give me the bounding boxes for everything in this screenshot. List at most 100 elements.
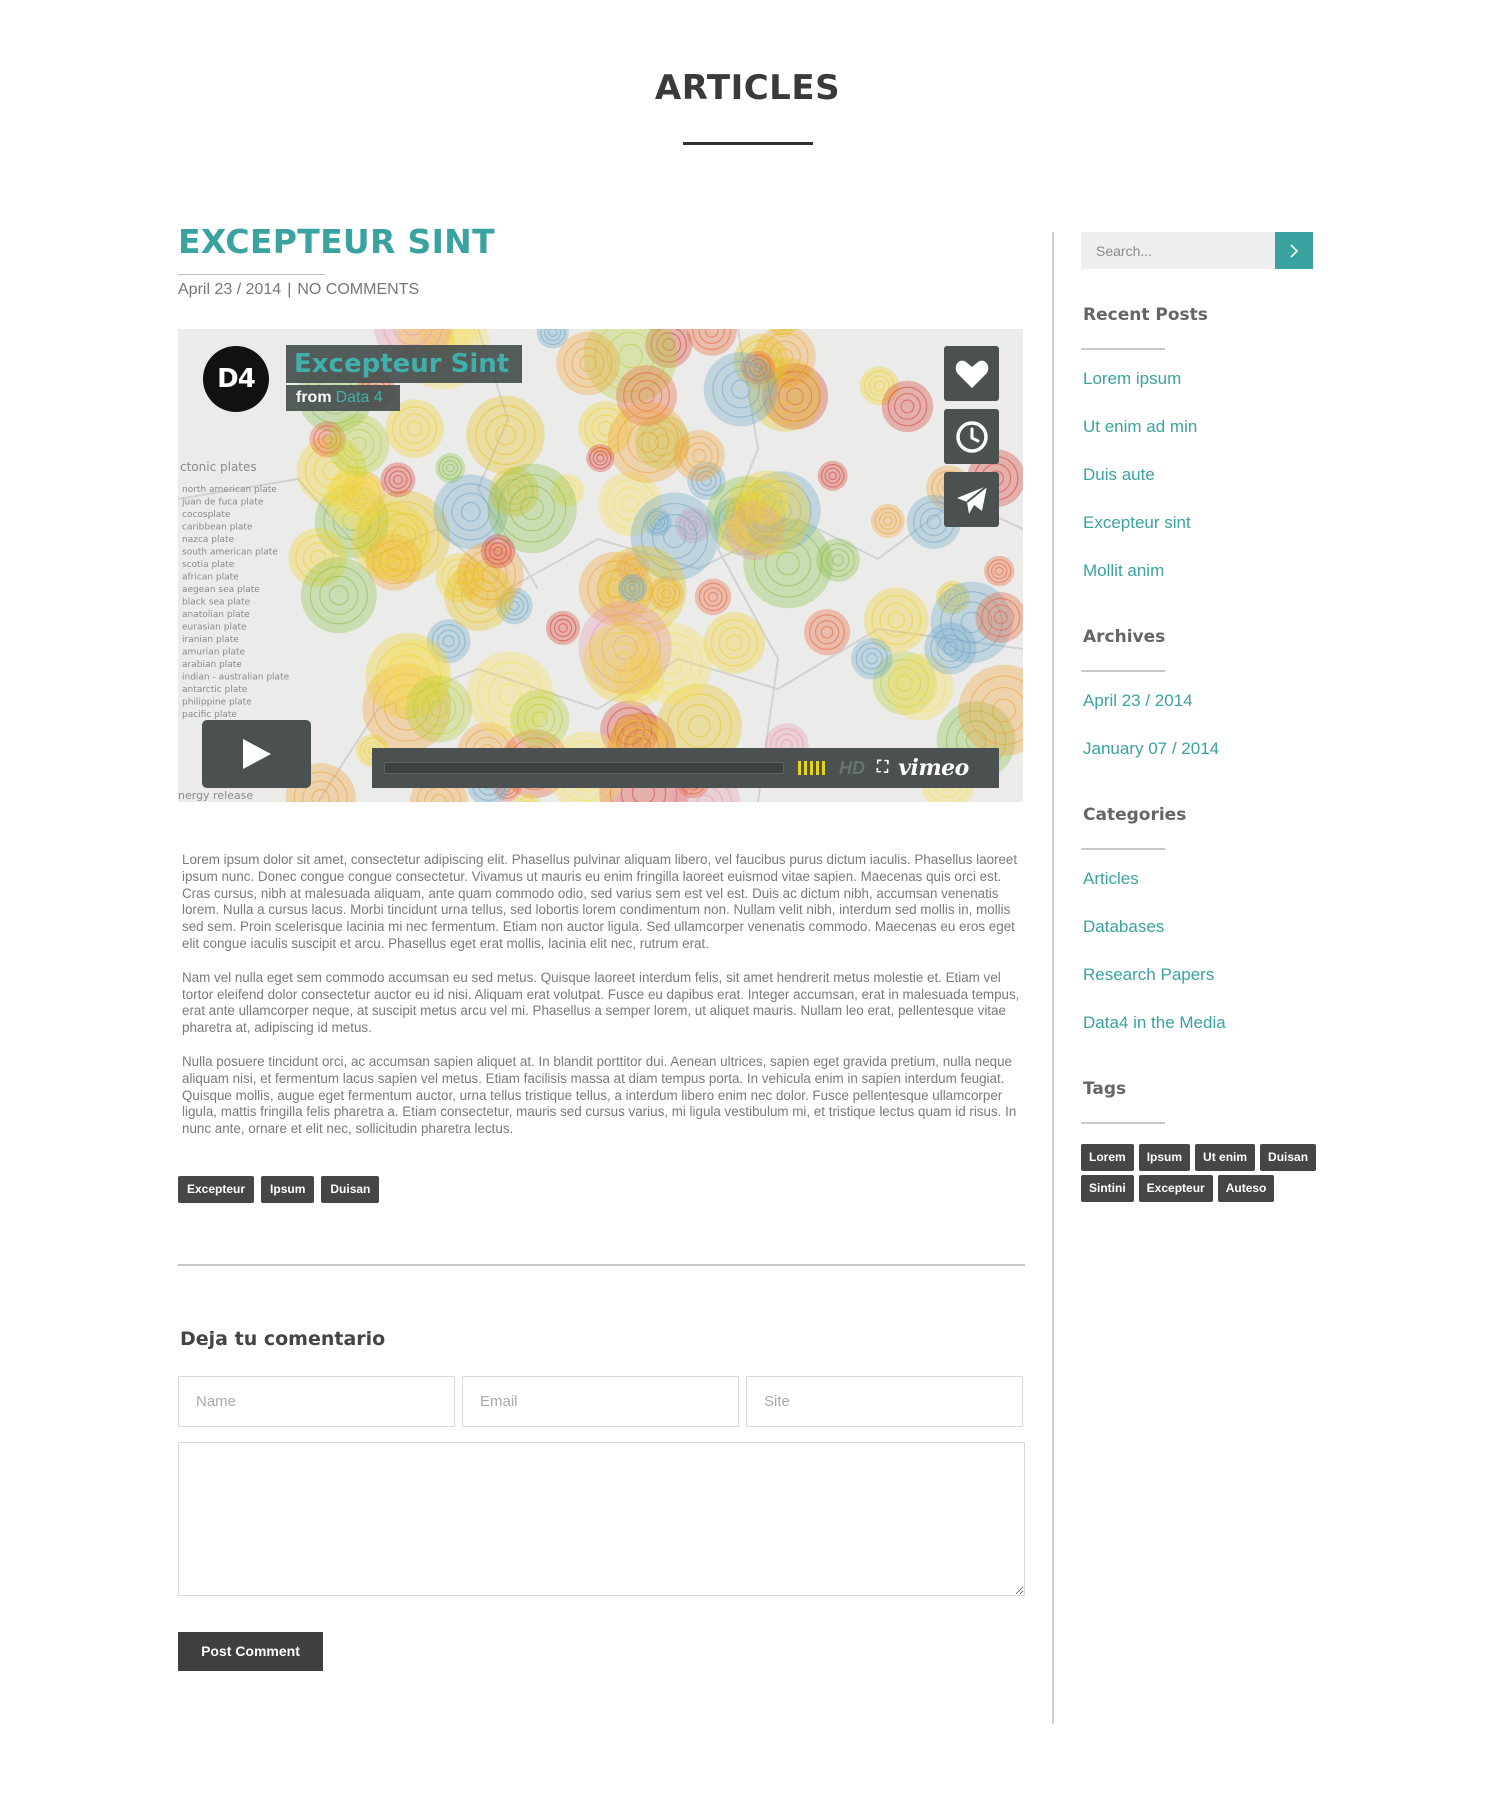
map-legend-item: iranian plate [182,635,239,645]
category-link[interactable]: Articles [1083,867,1313,915]
video-title[interactable]: Excepteur Sint [286,345,522,383]
recent-post-link[interactable]: Mollit anim [1083,559,1313,607]
tag-cloud-item[interactable]: Lorem [1081,1144,1134,1171]
recent-post-link[interactable]: Ut enim ad min [1083,415,1313,463]
fullscreen-icon[interactable]: ⛶ [877,759,888,777]
category-link[interactable]: Research Papers [1083,963,1313,1011]
play-icon [242,739,271,769]
archives-widget: Archives April 23 / 2014 January 07 / 20… [1081,627,1313,785]
tag-cloud-item[interactable]: Ut enim [1195,1144,1256,1171]
share-button[interactable] [944,472,999,527]
post-title[interactable]: EXCEPTEUR SINT [178,220,1023,264]
map-legend-item: pacific plate [182,710,237,720]
map-legend-item: scotia plate [182,560,235,570]
widget-rule [1081,348,1165,350]
archive-link[interactable]: April 23 / 2014 [1083,689,1313,737]
map-legend-item: philippine plate [182,698,252,708]
post-date: April 23 / 2014 [178,281,282,298]
video-from: from Data 4 [286,385,400,411]
sidebar-divider [1052,232,1054,1724]
post-comment-button[interactable]: Post Comment [178,1631,323,1671]
map-legend-item: anatolian plate [182,610,250,620]
map-legend-title: ctonic plates [180,460,257,474]
widget-title-recent-posts: Recent Posts [1083,305,1208,325]
post-divider [178,1263,1025,1266]
map-legend-item: north american plate [182,485,277,495]
article-main: EXCEPTEUR SINT April 23 / 2014 | NO COMMEN… [178,220,1025,1671]
page-title-rule [683,142,813,145]
site-field[interactable] [746,1375,1023,1427]
email-field[interactable] [462,1375,739,1427]
widget-title-archives: Archives [1083,627,1166,647]
page-title: ARTICLES [654,68,841,108]
post-paragraph: Nulla posuere tincidunt orci, ac accumsa… [182,1053,1017,1137]
video-progress-track[interactable] [384,762,784,774]
tag-cloud-item[interactable]: Sintini [1081,1175,1134,1202]
tag-cloud-item[interactable]: Auteso [1217,1175,1275,1202]
volume-icon[interactable] [798,761,825,775]
map-legend-item: black sea plate [182,598,251,608]
category-link[interactable]: Data4 in the Media [1083,1011,1313,1059]
video-channel-logo[interactable]: D4 [203,346,269,412]
search-button[interactable] [1275,232,1313,269]
map-legend-item: amurian plate [182,648,246,658]
post-comments-count[interactable]: NO COMMENTS [297,281,419,298]
comment-heading: Deja tu comentario [180,1327,386,1350]
heart-icon [955,360,988,388]
hd-toggle[interactable]: HD [839,758,865,779]
name-field[interactable] [178,1375,455,1427]
map-legend-item: indian - australian plate [182,673,290,683]
play-button[interactable] [202,720,311,788]
map-legend-item: eurasian plate [182,623,247,633]
map-legend-item: nazca plate [182,535,235,545]
tag-cloud-item[interactable]: Excepteur [1138,1175,1213,1202]
map-legend-item: arabian plate [182,660,242,670]
map-legend-item: caribbean plate [182,523,253,533]
post-tag[interactable]: Duisan [321,1175,380,1203]
map-footer: nergy release [178,789,253,802]
video-from-label: from [296,389,332,406]
widget-rule [1081,670,1165,672]
comment-fields [178,1375,1023,1427]
post-tag[interactable]: Ipsum [261,1175,315,1203]
categories-list: Articles Databases Research Papers Data4… [1081,867,1313,1059]
post-title-rule [178,274,325,275]
meta-separator: | [287,281,292,298]
tag-cloud-item[interactable]: Duisan [1260,1144,1317,1171]
recent-post-link[interactable]: Excepteur sint [1083,511,1313,559]
comment-textarea[interactable] [178,1441,1025,1596]
post-meta: April 23 / 2014 | NO COMMENTS [178,279,1023,301]
search-box [1081,232,1313,269]
watch-later-button[interactable] [944,409,999,464]
like-button[interactable] [944,346,999,401]
post-paragraph: Nam vel nulla eget sem commodo accumsan … [182,969,1020,1036]
map-legend-item: cocosplate [182,510,231,520]
widget-title-categories: Categories [1083,805,1187,825]
tags-widget: Tags Lorem Ipsum Ut enim Duisan Sintini … [1081,1079,1317,1202]
paper-plane-icon [956,484,988,514]
recent-posts-list: Lorem ipsum Ut enim ad min Duis aute Exc… [1081,367,1313,607]
video-player[interactable]: ctonic plates north american plate juan de… [178,329,1023,802]
post-tag[interactable]: Excepteur [178,1175,255,1203]
search-input[interactable] [1081,232,1275,269]
post-paragraph: Lorem ipsum dolor sit amet, consectetur … [182,852,1018,951]
recent-posts-widget: Recent Posts Lorem ipsum Ut enim ad min … [1081,305,1313,607]
widget-rule [1081,848,1165,850]
vimeo-logo[interactable]: vimeo [898,755,969,781]
chevron-right-icon [1290,243,1299,258]
tag-cloud-item[interactable]: Ipsum [1138,1144,1191,1171]
post-body: Lorem ipsum dolor sit amet, consectetur … [178,852,1021,1138]
recent-post-link[interactable]: Duis aute [1083,463,1313,511]
categories-widget: Categories Articles Databases Research P… [1081,805,1313,1059]
category-link[interactable]: Databases [1083,915,1313,963]
clock-icon [955,420,988,453]
video-from-source[interactable]: Data 4 [336,389,383,406]
recent-post-link[interactable]: Lorem ipsum [1083,367,1313,415]
video-control-bar: HD ⛶ vimeo [372,748,999,788]
post-tags: Excepteur Ipsum Duisan [178,1175,1023,1203]
map-legend-item: juan de fuca plate [181,498,264,508]
archive-link[interactable]: January 07 / 2014 [1083,737,1313,785]
tag-cloud: Lorem Ipsum Ut enim Duisan Sintini Excep… [1081,1144,1321,1202]
map-legend-item: african plate [182,573,239,583]
map-legend-item: south american plate [182,548,278,558]
